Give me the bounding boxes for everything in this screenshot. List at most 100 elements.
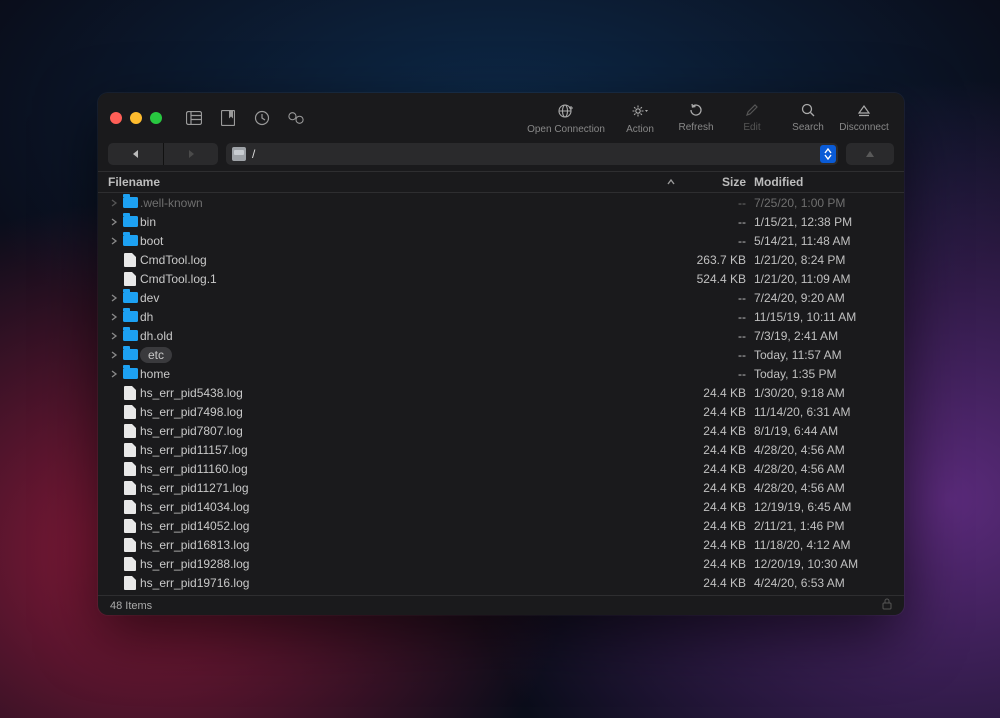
- folder-icon: [120, 197, 140, 208]
- disclosure-chevron-icon[interactable]: [108, 332, 120, 340]
- file-row[interactable]: hs_err_pid5438.log24.4 KB1/30/20, 9:18 A…: [98, 383, 904, 402]
- file-name: home: [140, 367, 684, 381]
- file-icon: [120, 481, 140, 495]
- file-name: dh: [140, 310, 684, 324]
- file-row[interactable]: hs_err_pid14052.log24.4 KB2/11/21, 1:46 …: [98, 516, 904, 535]
- file-name: dh.old: [140, 329, 684, 343]
- folder-icon: [120, 235, 140, 246]
- disclosure-chevron-icon[interactable]: [108, 294, 120, 302]
- file-row[interactable]: dh--11/15/19, 10:11 AM: [98, 307, 904, 326]
- file-icon: [120, 576, 140, 590]
- file-modified: 4/24/20, 6:53 AM: [754, 576, 894, 590]
- file-row[interactable]: hs_err_pid7807.log24.4 KB8/1/19, 6:44 AM: [98, 421, 904, 440]
- search-button[interactable]: Search: [780, 102, 836, 133]
- file-name: hs_err_pid19288.log: [140, 557, 684, 571]
- outline-view-icon[interactable]: [186, 110, 202, 126]
- file-list[interactable]: .well-known--7/25/20, 1:00 PMbin--1/15/2…: [98, 193, 904, 595]
- file-size: --: [684, 215, 754, 229]
- maximize-button[interactable]: [150, 112, 162, 124]
- disclosure-chevron-icon[interactable]: [108, 351, 120, 359]
- file-icon: [120, 405, 140, 419]
- file-row[interactable]: hs_err_pid11160.log24.4 KB4/28/20, 4:56 …: [98, 459, 904, 478]
- disclosure-chevron-icon[interactable]: [108, 370, 120, 378]
- path-combobox[interactable]: /: [226, 143, 838, 165]
- folder-icon: [120, 349, 140, 360]
- close-button[interactable]: [110, 112, 122, 124]
- file-modified: 11/18/20, 4:12 AM: [754, 538, 894, 552]
- disclosure-chevron-icon[interactable]: [108, 237, 120, 245]
- minimize-button[interactable]: [130, 112, 142, 124]
- file-row[interactable]: hs_err_pid16813.log24.4 KB11/18/20, 4:12…: [98, 535, 904, 554]
- refresh-label: Refresh: [678, 122, 713, 133]
- file-icon: [120, 386, 140, 400]
- search-label: Search: [792, 122, 824, 133]
- file-modified: 2/11/21, 1:46 PM: [754, 519, 894, 533]
- file-size: 24.4 KB: [684, 386, 754, 400]
- file-size: 24.4 KB: [684, 519, 754, 533]
- file-icon: [120, 424, 140, 438]
- file-row[interactable]: etc--Today, 11:57 AM: [98, 345, 904, 364]
- file-name: CmdTool.log.1: [140, 272, 684, 286]
- file-row[interactable]: hs_err_pid14034.log24.4 KB12/19/19, 6:45…: [98, 497, 904, 516]
- file-row[interactable]: CmdTool.log.1524.4 KB1/21/20, 11:09 AM: [98, 269, 904, 288]
- file-modified: 7/3/19, 2:41 AM: [754, 329, 894, 343]
- column-filename[interactable]: Filename: [108, 175, 666, 189]
- file-modified: Today, 11:57 AM: [754, 348, 894, 362]
- file-name: CmdTool.log: [140, 253, 684, 267]
- column-size[interactable]: Size: [684, 175, 754, 189]
- disconnect-button[interactable]: Disconnect: [836, 102, 892, 133]
- nav-forward-button[interactable]: [163, 143, 218, 165]
- status-bar: 48 Items: [98, 595, 904, 615]
- file-size: --: [684, 310, 754, 324]
- file-name: hs_err_pid7498.log: [140, 405, 684, 419]
- file-row[interactable]: boot--5/14/21, 11:48 AM: [98, 231, 904, 250]
- file-row[interactable]: .well-known--7/25/20, 1:00 PM: [98, 193, 904, 212]
- disclosure-chevron-icon[interactable]: [108, 218, 120, 226]
- file-modified: 1/21/20, 8:24 PM: [754, 253, 894, 267]
- file-row[interactable]: hs_err_pid19716.log24.4 KB4/24/20, 6:53 …: [98, 573, 904, 592]
- bookmarks-icon[interactable]: [220, 110, 236, 126]
- edit-button: Edit: [724, 102, 780, 133]
- file-size: 24.4 KB: [684, 500, 754, 514]
- file-icon: [120, 557, 140, 571]
- navbar: /: [98, 143, 904, 171]
- lock-icon: [882, 598, 892, 613]
- file-name: etc: [140, 347, 684, 363]
- disclosure-chevron-icon[interactable]: [108, 199, 120, 207]
- folder-icon: [120, 292, 140, 303]
- file-modified: 4/28/20, 4:56 AM: [754, 443, 894, 457]
- open-connection-label: Open Connection: [527, 124, 605, 135]
- path-stepper[interactable]: [820, 145, 836, 163]
- file-row[interactable]: hs_err_pid7498.log24.4 KB11/14/20, 6:31 …: [98, 402, 904, 421]
- file-row[interactable]: hs_err_pid19288.log24.4 KB12/20/19, 10:3…: [98, 554, 904, 573]
- file-name: hs_err_pid14052.log: [140, 519, 684, 533]
- file-row[interactable]: hs_err_pid11271.log24.4 KB4/28/20, 4:56 …: [98, 478, 904, 497]
- file-name: hs_err_pid16813.log: [140, 538, 684, 552]
- file-size: 24.4 KB: [684, 481, 754, 495]
- column-modified[interactable]: Modified: [754, 175, 894, 189]
- file-row[interactable]: dh.old--7/3/19, 2:41 AM: [98, 326, 904, 345]
- file-name: hs_err_pid11271.log: [140, 481, 684, 495]
- file-row[interactable]: CmdTool.log263.7 KB1/21/20, 8:24 PM: [98, 250, 904, 269]
- file-name: dev: [140, 291, 684, 305]
- open-connection-button[interactable]: Open Connection: [520, 102, 612, 135]
- file-row[interactable]: bin--1/15/21, 12:38 PM: [98, 212, 904, 231]
- file-size: --: [684, 367, 754, 381]
- nav-back-button[interactable]: [108, 143, 163, 165]
- file-row[interactable]: dev--7/24/20, 9:20 AM: [98, 288, 904, 307]
- file-row[interactable]: hs_err_pid11157.log24.4 KB4/28/20, 4:56 …: [98, 440, 904, 459]
- toolbar-actions: Open Connection Action Refresh Edit Sear…: [520, 102, 892, 135]
- action-button[interactable]: Action: [612, 102, 668, 135]
- file-size: 24.4 KB: [684, 557, 754, 571]
- file-modified: 1/15/21, 12:38 PM: [754, 215, 894, 229]
- file-row[interactable]: home--Today, 1:35 PM: [98, 364, 904, 383]
- file-size: --: [684, 234, 754, 248]
- file-size: 24.4 KB: [684, 576, 754, 590]
- refresh-button[interactable]: Refresh: [668, 102, 724, 133]
- file-name: .well-known: [140, 196, 684, 210]
- history-icon[interactable]: [254, 110, 270, 126]
- transfers-icon[interactable]: [288, 110, 304, 126]
- go-up-button[interactable]: [846, 143, 894, 165]
- disclosure-chevron-icon[interactable]: [108, 313, 120, 321]
- file-name: hs_err_pid7807.log: [140, 424, 684, 438]
